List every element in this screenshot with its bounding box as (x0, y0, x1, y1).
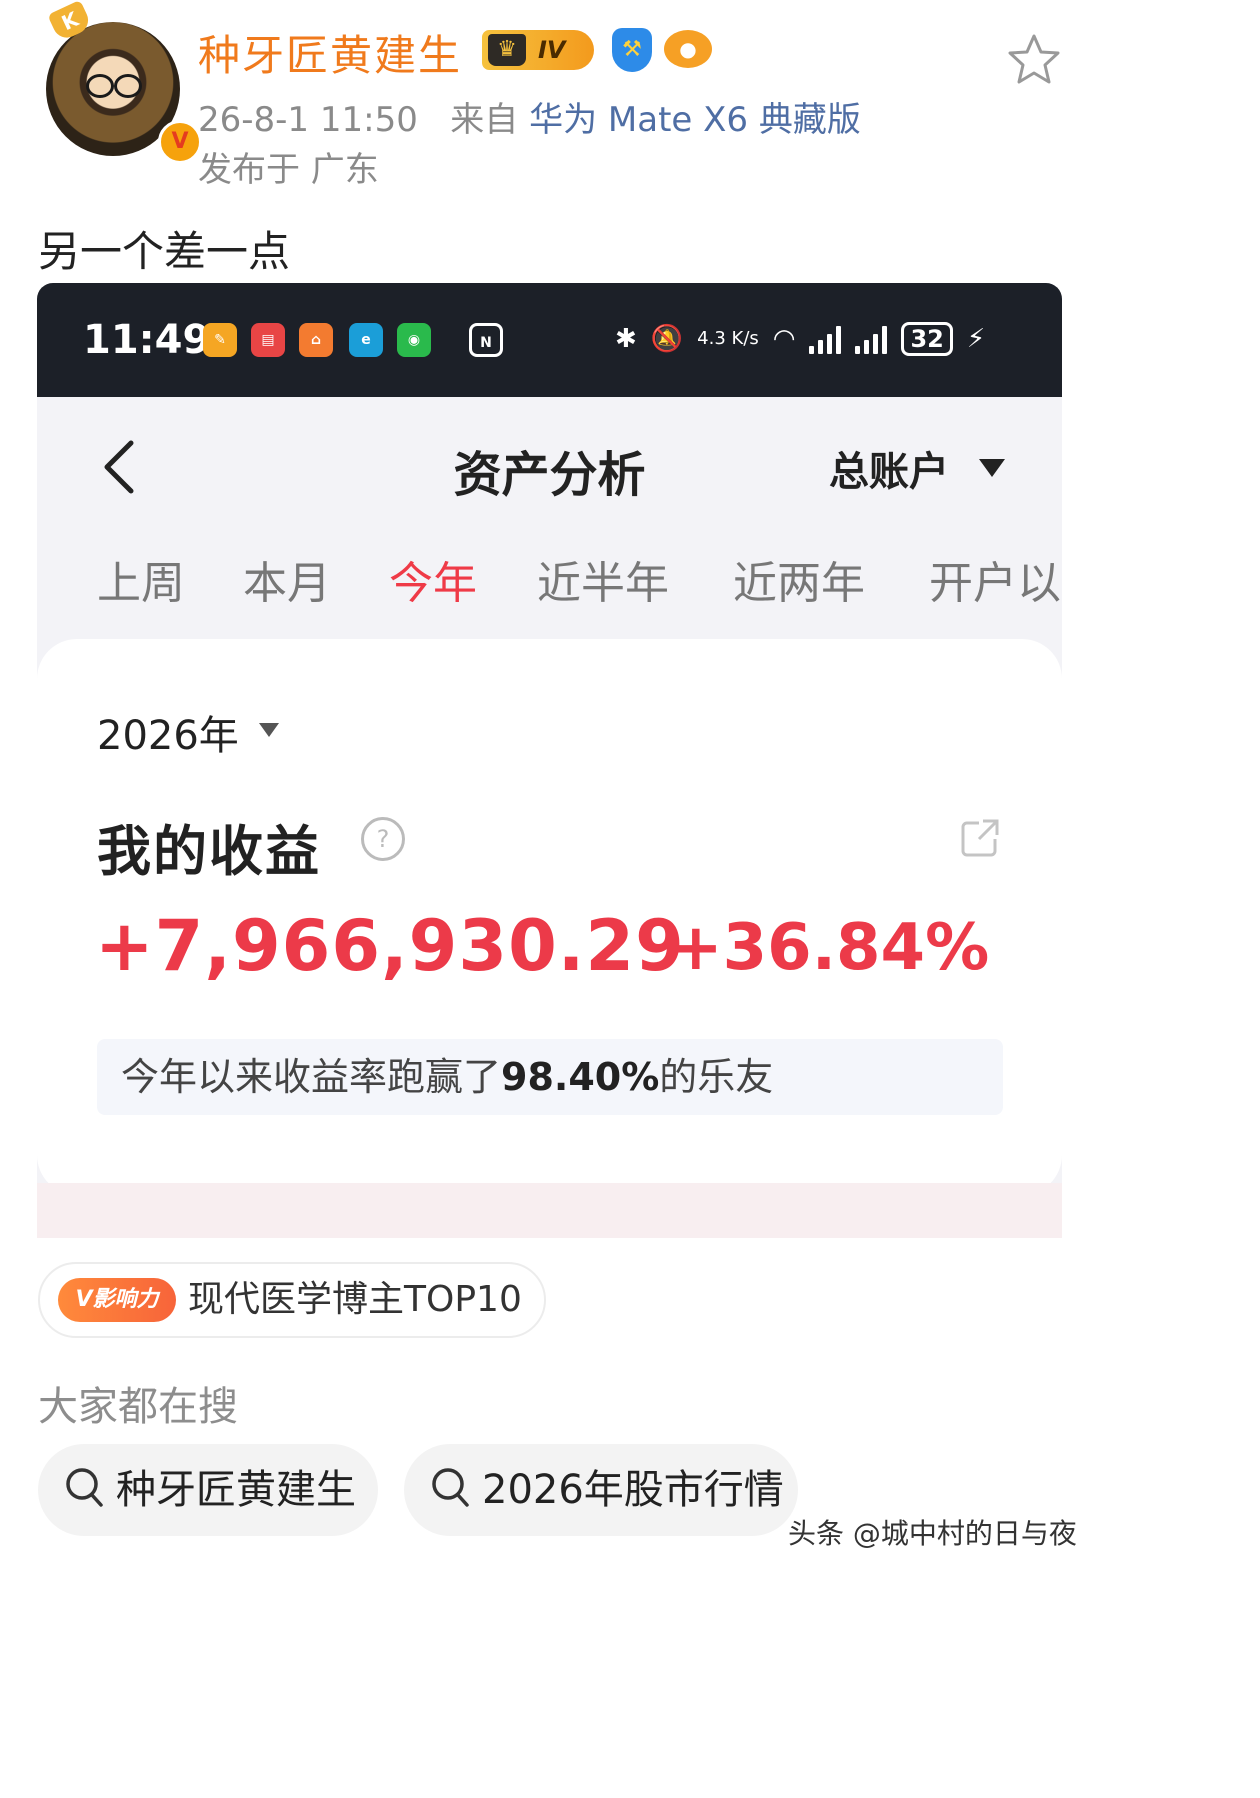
signal-icon (855, 324, 888, 354)
author-name[interactable]: 种牙匠黄建生 (198, 22, 462, 83)
signal-icon (809, 324, 842, 354)
card-bottom-edge (37, 1183, 1062, 1238)
source-prefix: 来自 (450, 100, 519, 140)
bluetooth-icon: ✱ (615, 324, 637, 354)
earnings-card: 2026年 我的收益 ? +7,966,930.29 +36.84% 今年以来收… (37, 639, 1062, 1195)
star-icon[interactable] (1006, 32, 1062, 88)
tab-half-year[interactable]: 近半年 (537, 547, 669, 611)
tab-since-open[interactable]: 开户以 (929, 547, 1061, 611)
battery-level: 32 (901, 322, 953, 356)
influence-badge: V影响力 (58, 1278, 176, 1322)
ranking-value: 98.40% (501, 1055, 660, 1099)
search-chip[interactable]: 种牙匠黄建生 (38, 1444, 378, 1536)
crown-icon: ♛ (488, 34, 526, 66)
post-location: 发布于 广东 (198, 150, 379, 190)
search-chip-label: 2026年股市行情 (482, 1467, 784, 1513)
app-notification-icon: ⌂ (299, 323, 333, 357)
period-tabs: 上周 本月 今年 近半年 近两年 开户以 (37, 537, 1062, 621)
member-level-badge[interactable]: ♛ IV (482, 30, 594, 70)
verified-v-icon: V (158, 120, 202, 164)
nfc-icon: N (469, 323, 503, 357)
tab-last-week[interactable]: 上周 (97, 547, 185, 611)
net-speed: 4.3 K/s (697, 328, 759, 349)
earnings-amount: +7,966,930.29 (95, 905, 685, 987)
attached-screenshot[interactable]: 11:49 ✎ ▤ ⌂ e ◉ N ✱ 🔕 4.3 K/s ◠ 32 ⚡ 资产分… (37, 283, 1062, 1238)
share-icon[interactable] (961, 817, 1001, 857)
influence-text: 现代医学博主TOP10 (188, 1279, 522, 1320)
wifi-icon: ◠ (772, 324, 796, 354)
earnings-percent: +36.84% (669, 911, 990, 985)
caret-down-icon[interactable] (259, 723, 279, 737)
earnings-title: 我的收益 (97, 820, 321, 883)
mute-bell-icon: 🔕 (650, 324, 684, 354)
wechat-icon: ◉ (397, 323, 431, 357)
tab-this-year[interactable]: 今年 (389, 547, 477, 611)
nav-bar: 资产分析 总账户 (37, 397, 1062, 537)
search-icon (66, 1468, 103, 1507)
shield-icon[interactable]: ⚒ (612, 28, 652, 72)
caret-down-icon[interactable] (979, 459, 1005, 477)
influence-tag[interactable]: V影响力 现代医学博主TOP10 (38, 1262, 546, 1338)
app-notification-icon: ▤ (251, 323, 285, 357)
search-chip[interactable]: 2026年股市行情 (404, 1444, 798, 1536)
ranking-banner: 今年以来收益率跑赢了98.40%的乐友 (97, 1039, 1003, 1115)
author-avatar[interactable]: K V (40, 0, 202, 166)
status-time: 11:49 (83, 317, 211, 363)
trending-search-title: 大家都在搜 (38, 1384, 238, 1430)
post-meta: 26-8-1 11:50 来自 华为 Mate X6 典藏版 (198, 92, 861, 141)
app-notification-icon: e (349, 323, 383, 357)
help-icon[interactable]: ? (361, 817, 405, 861)
search-icon (432, 1468, 469, 1507)
status-indicators: ✱ 🔕 4.3 K/s ◠ 32 ⚡ (615, 319, 985, 359)
tab-two-years[interactable]: 近两年 (733, 547, 865, 611)
charging-icon: ⚡ (966, 324, 986, 354)
status-bar: 11:49 ✎ ▤ ⌂ e ◉ N ✱ 🔕 4.3 K/s ◠ 32 ⚡ (37, 283, 1062, 397)
search-chip-label: 种牙匠黄建生 (116, 1467, 356, 1513)
year-selector[interactable]: 2026年 (97, 703, 239, 761)
post-time: 26-8-1 11:50 (198, 100, 418, 140)
device-link[interactable]: 华为 Mate X6 典藏版 (529, 100, 861, 140)
fish-badge-icon[interactable]: ● (664, 30, 712, 68)
post-text: 另一个差一点 (38, 227, 291, 276)
watermark: 头条 @城中村的日与夜 (788, 1517, 1077, 1550)
app-notification-icon: ✎ (203, 323, 237, 357)
account-selector[interactable]: 总账户 (829, 439, 949, 497)
tab-this-month[interactable]: 本月 (243, 547, 331, 611)
